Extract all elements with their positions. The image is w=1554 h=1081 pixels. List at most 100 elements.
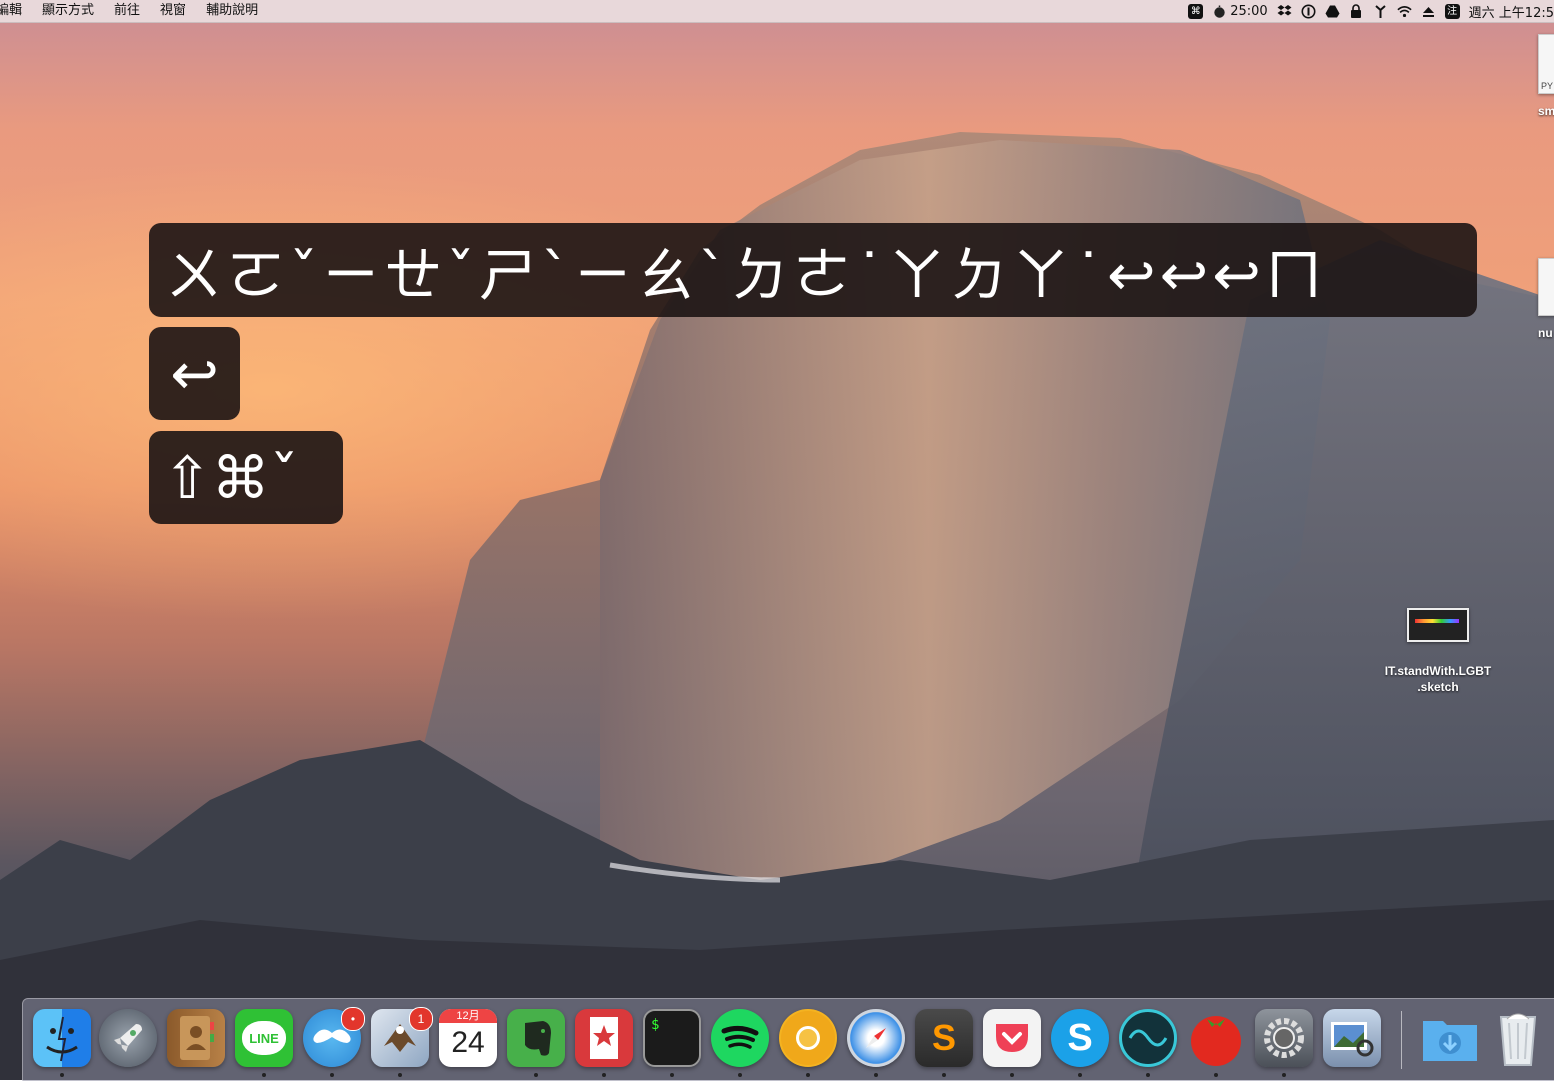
dropbox-icon[interactable] (1277, 4, 1292, 19)
running-indicator (670, 1073, 674, 1077)
running-indicator (330, 1073, 334, 1077)
shortcut-key-overlay: ⇧⌘ˇ (149, 431, 343, 524)
dock-spotify[interactable] (711, 1009, 769, 1067)
tomato-icon (1212, 4, 1227, 19)
running-indicator (738, 1073, 742, 1077)
dock-tomato-timer[interactable] (1187, 1009, 1245, 1067)
onepassword-icon[interactable] (1301, 4, 1316, 19)
running-indicator (398, 1073, 402, 1077)
dock-terminal[interactable]: $ (643, 1009, 701, 1067)
command-icon[interactable]: ⌘ (1188, 3, 1204, 19)
star-bookmark-icon (590, 1017, 618, 1059)
timer-text: 25:00 (1230, 3, 1268, 19)
dock-evernote[interactable] (507, 1009, 565, 1067)
sketch-thumbnail (1407, 608, 1469, 642)
wifi-icon[interactable] (1397, 4, 1412, 19)
file-label-line2: .sketch (1417, 680, 1459, 694)
menu-list: 編輯 顯示方式 前往 視窗 輔助說明 (0, 0, 268, 22)
downloads-folder-icon (1423, 1021, 1477, 1061)
dock-calendar[interactable]: 12月 24 (439, 1009, 497, 1067)
compass-icon (866, 1028, 886, 1048)
finder-icon (46, 1016, 78, 1062)
running-indicator (262, 1073, 266, 1077)
running-indicator (1078, 1073, 1082, 1077)
typed-text-overlay: ㄨㄛˇㄧㄝˇㄕˋㄧㄠˋㄉㄜ˙ㄚㄉㄚ˙↩↩↩ㄇ (149, 223, 1477, 317)
running-indicator (874, 1073, 878, 1077)
running-indicator (942, 1073, 946, 1077)
dock-system-preferences[interactable] (1255, 1009, 1313, 1067)
notification-badge: 1 (409, 1007, 433, 1031)
contacts-book-icon (180, 1016, 214, 1060)
sublime-label: S (931, 1017, 956, 1058)
line-label: LINE (249, 1030, 279, 1046)
pomodoro-timer[interactable]: 25:00 (1212, 3, 1268, 19)
file-thumbnail: PY (1538, 34, 1554, 94)
dock-finder[interactable] (33, 1009, 91, 1067)
elephant-icon (525, 1021, 551, 1056)
file-thumbnail (1538, 258, 1554, 316)
lock-icon[interactable] (1349, 3, 1364, 19)
desktop-file-python[interactable]: PY sm (1538, 34, 1554, 118)
running-indicator (1010, 1073, 1014, 1077)
dock-moustache-app[interactable]: • (303, 1007, 365, 1067)
dock-downloads-folder[interactable] (1421, 1009, 1479, 1067)
running-indicator (602, 1073, 606, 1077)
dock-wunderlist[interactable] (575, 1009, 633, 1067)
dock-wave-app[interactable] (1119, 1009, 1177, 1067)
eject-icon[interactable] (1421, 4, 1436, 19)
menubar-clock[interactable]: 週六 上午12:5 (1469, 2, 1554, 21)
status-area: ⌘ 25:00 注 週六 上午12:5 (1188, 0, 1554, 22)
google-drive-icon[interactable] (1325, 4, 1340, 19)
dock-sublime-text[interactable]: S (915, 1009, 973, 1067)
skype-label: S (1067, 1016, 1093, 1059)
desktop-file-sketch[interactable]: IT.standWith.LGBT .sketch (1376, 608, 1500, 694)
dock: LINE • 1 12月 24 $ S S (22, 998, 1554, 1081)
menu-window[interactable]: 視窗 (150, 0, 196, 22)
calendar-day: 24 (451, 1026, 485, 1059)
dock-contacts[interactable] (167, 1009, 225, 1067)
dock-launchpad[interactable] (99, 1009, 157, 1067)
menu-help[interactable]: 輔助說明 (196, 0, 268, 22)
terminal-prompt: $ (651, 1017, 660, 1033)
menu-edit[interactable]: 編輯 (0, 0, 32, 22)
running-indicator (806, 1073, 810, 1077)
chrome-canary-icon (781, 1011, 835, 1065)
running-indicator (1282, 1073, 1286, 1077)
input-method-icon[interactable]: 注 (1444, 3, 1460, 19)
file-label: nu (1538, 326, 1553, 340)
dock-preview[interactable] (1323, 1009, 1381, 1067)
pocket-icon (996, 1024, 1028, 1052)
file-label-line1: IT.standWith.LGBT (1384, 664, 1492, 678)
sine-wave-icon (1128, 1029, 1168, 1047)
wallpaper-mountain (0, 132, 1554, 1080)
dock-trash[interactable] (1489, 1009, 1547, 1067)
thumbnail-stripe (1415, 619, 1459, 623)
network-antenna-icon[interactable] (1373, 4, 1388, 19)
return-key-overlay: ↩ (149, 327, 240, 420)
file-label: sm (1538, 104, 1554, 118)
trash-icon (1499, 1013, 1537, 1066)
tomato-icon (1191, 1016, 1241, 1066)
calendar-month: 12月 (439, 1009, 497, 1023)
menu-view-mode[interactable]: 顯示方式 (32, 0, 104, 22)
running-indicator (1214, 1073, 1218, 1077)
spotify-icon (721, 1025, 759, 1049)
running-indicator (1146, 1073, 1150, 1077)
dock-line[interactable]: LINE (235, 1009, 293, 1067)
dock-pocket[interactable] (983, 1009, 1041, 1067)
desktop-file-numbers[interactable]: nu (1538, 258, 1554, 340)
menu-bar: 編輯 顯示方式 前往 視窗 輔助說明 ⌘ 25:00 注 週六 上午12:5 (0, 0, 1554, 23)
file-type-badge: PY (1541, 81, 1554, 91)
dock-chrome-canary[interactable] (779, 1009, 837, 1067)
dock-separator (1401, 1011, 1402, 1069)
notification-badge: • (341, 1007, 365, 1031)
menu-go[interactable]: 前往 (104, 0, 150, 22)
line-bubble: LINE (242, 1021, 286, 1055)
rocket-icon (114, 1024, 142, 1052)
dock-skype[interactable]: S (1051, 1009, 1109, 1067)
desktop (0, 0, 1554, 1080)
preview-photos-icon (1331, 1022, 1374, 1057)
running-indicator (60, 1073, 64, 1077)
dock-mail[interactable]: 1 (371, 1007, 433, 1067)
dock-safari[interactable] (847, 1009, 905, 1067)
